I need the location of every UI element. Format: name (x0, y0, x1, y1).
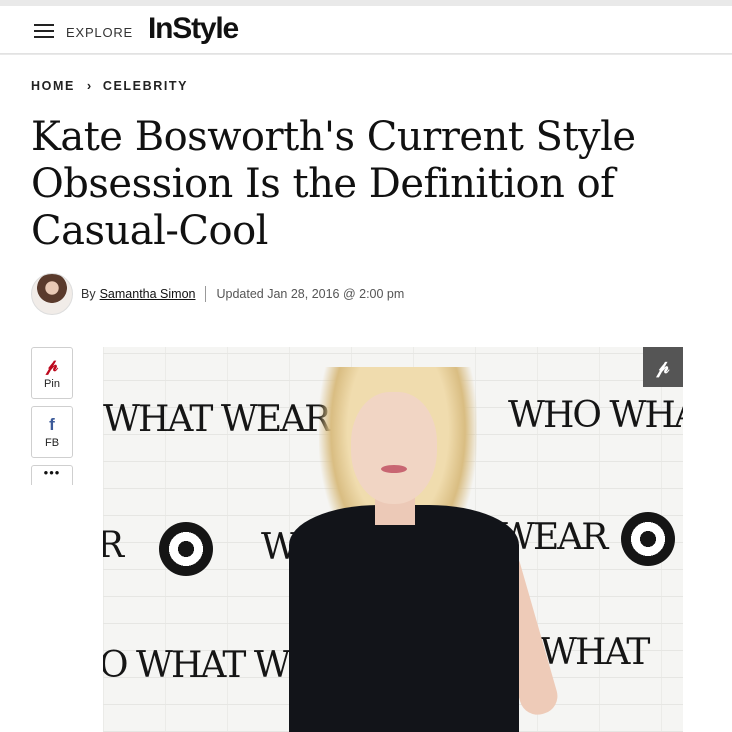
article-hero-image: WHAT WEAR WHO WHA R W WEAR O WHAT WE O W… (103, 347, 683, 732)
more-share-button[interactable]: ••• (31, 465, 73, 485)
pinterest-share-button[interactable]: 𝓅 Pin (31, 347, 73, 399)
subject-face (351, 392, 437, 504)
site-logo[interactable]: InStyle (148, 12, 239, 46)
author-avatar[interactable] (31, 273, 73, 315)
facebook-icon: f (49, 414, 55, 434)
share-rail: 𝓅 Pin f FB ••• (31, 347, 73, 492)
pinterest-icon: 𝓅 (656, 356, 670, 377)
facebook-share-label: FB (44, 436, 60, 449)
target-logo (621, 512, 675, 566)
pinterest-icon: 𝓅 (45, 355, 59, 375)
subject-dress (289, 505, 519, 732)
facebook-share-button[interactable]: f FB (31, 406, 73, 458)
article-page: HOME › CELEBRITY Kate Bosworth's Current… (0, 55, 732, 732)
backdrop-text: O WHAT WE (103, 645, 315, 686)
target-logo (159, 522, 213, 576)
breadcrumb: HOME › CELEBRITY (31, 78, 188, 93)
backdrop-text: R (103, 525, 124, 566)
pinterest-share-label: Pin (44, 377, 60, 390)
pin-image-button[interactable]: 𝓅 (643, 347, 683, 387)
hamburger-icon[interactable] (34, 24, 54, 38)
article-title: Kate Bosworth's Current Style Obsession … (31, 114, 636, 254)
chevron-right-icon: › (86, 78, 93, 93)
site-header: EXPLORE InStyle (0, 6, 732, 54)
byline-divider (205, 286, 207, 302)
backdrop-text: WHO WHA (508, 395, 683, 436)
byline-by: By (81, 287, 96, 301)
explore-link[interactable]: EXPLORE (66, 25, 133, 40)
backdrop-text: WHAT WEAR (103, 399, 331, 440)
author-link[interactable]: Samantha Simon (100, 287, 196, 301)
breadcrumb-celebrity[interactable]: CELEBRITY (103, 79, 188, 93)
subject-lips (381, 465, 407, 473)
breadcrumb-home[interactable]: HOME (31, 79, 75, 93)
updated-date: Updated Jan 28, 2016 @ 2:00 pm (216, 287, 405, 301)
byline: By Samantha Simon Updated Jan 28, 2016 @… (31, 273, 404, 315)
more-icon: ••• (43, 465, 61, 480)
